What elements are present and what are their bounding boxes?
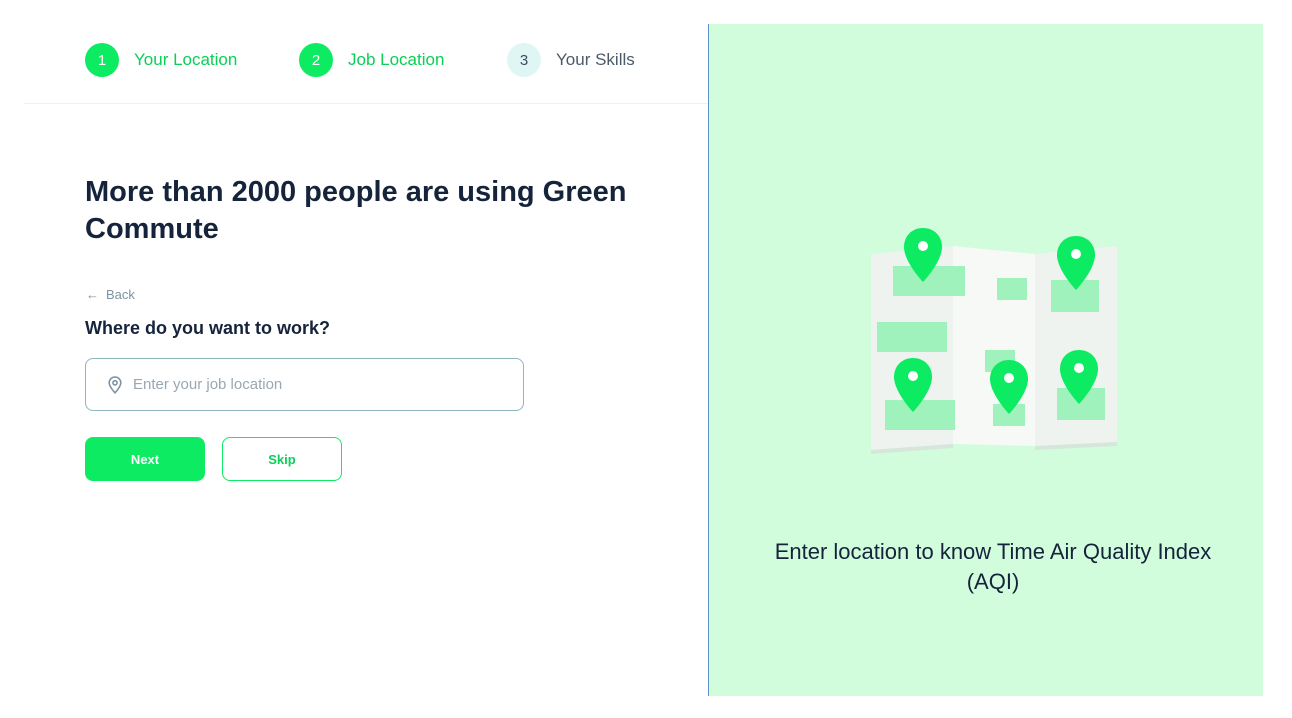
step-number: 3	[507, 43, 541, 77]
folded-map-illustration	[857, 224, 1127, 469]
stepper: 1 Your Location 2 Job Location 3 Your Sk…	[24, 24, 708, 104]
form-panel: 1 Your Location 2 Job Location 3 Your Sk…	[0, 0, 708, 718]
skip-button[interactable]: Skip	[222, 437, 342, 481]
location-pin-icon	[107, 375, 123, 395]
back-link[interactable]: ← Back	[86, 287, 135, 302]
step-number: 2	[299, 43, 333, 77]
step-your-skills[interactable]: 3 Your Skills	[507, 43, 635, 77]
illustration-panel: Enter location to know Time Air Quality …	[708, 24, 1263, 696]
step-label: Your Skills	[556, 50, 635, 69]
arrow-left-icon: ←	[86, 287, 99, 302]
step-job-location[interactable]: 2 Job Location	[299, 43, 444, 77]
next-button[interactable]: Next	[85, 437, 205, 481]
step-label: Job Location	[348, 50, 445, 69]
job-location-input[interactable]	[133, 376, 513, 393]
step-number: 1	[85, 43, 119, 77]
job-location-field[interactable]	[85, 358, 524, 411]
question-heading: Where do you want to work?	[85, 318, 331, 338]
illustration-caption: Enter location to know Time Air Quality …	[774, 539, 1212, 594]
back-label: Back	[106, 287, 135, 302]
step-label: Your Location	[134, 50, 238, 69]
step-your-location[interactable]: 1 Your Location	[85, 43, 237, 77]
page-headline: More than 2000 people are using Green Co…	[85, 176, 627, 245]
